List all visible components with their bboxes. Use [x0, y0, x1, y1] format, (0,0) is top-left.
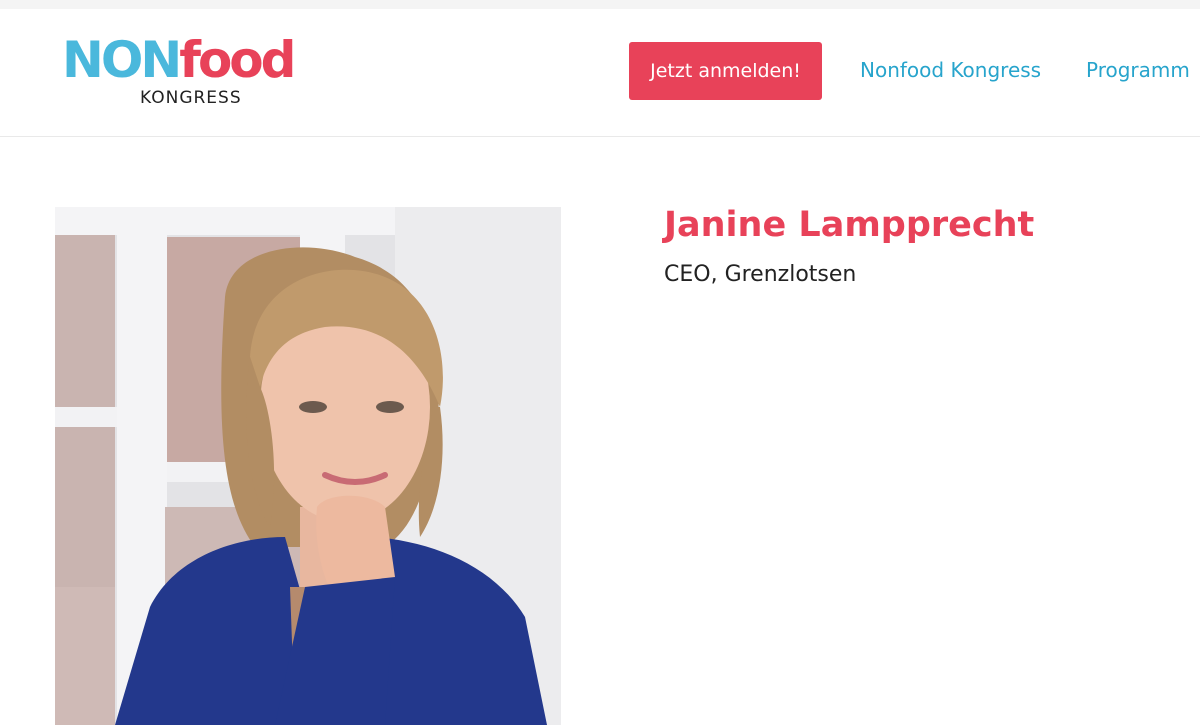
top-strip [0, 0, 1200, 9]
logo-wordmark: NONfood [62, 31, 296, 89]
speaker-name: Janine Lampprecht [664, 205, 1035, 245]
site-logo[interactable]: NONfood KONGRESS [62, 31, 332, 111]
register-button[interactable]: Jetzt anmelden! [629, 42, 822, 100]
nav-link-programm[interactable]: Programm [1086, 58, 1190, 82]
logo-food: food [179, 31, 296, 89]
logo-subtitle: KONGRESS [140, 88, 242, 108]
site-header: NONfood KONGRESS Jetzt anmelden! Nonfood… [0, 9, 1200, 137]
logo-non: NON [62, 31, 182, 89]
speaker-photo [55, 207, 561, 725]
speaker-role: CEO, Grenzlotsen [664, 262, 857, 287]
nav-link-nonfood-kongress[interactable]: Nonfood Kongress [860, 58, 1041, 82]
